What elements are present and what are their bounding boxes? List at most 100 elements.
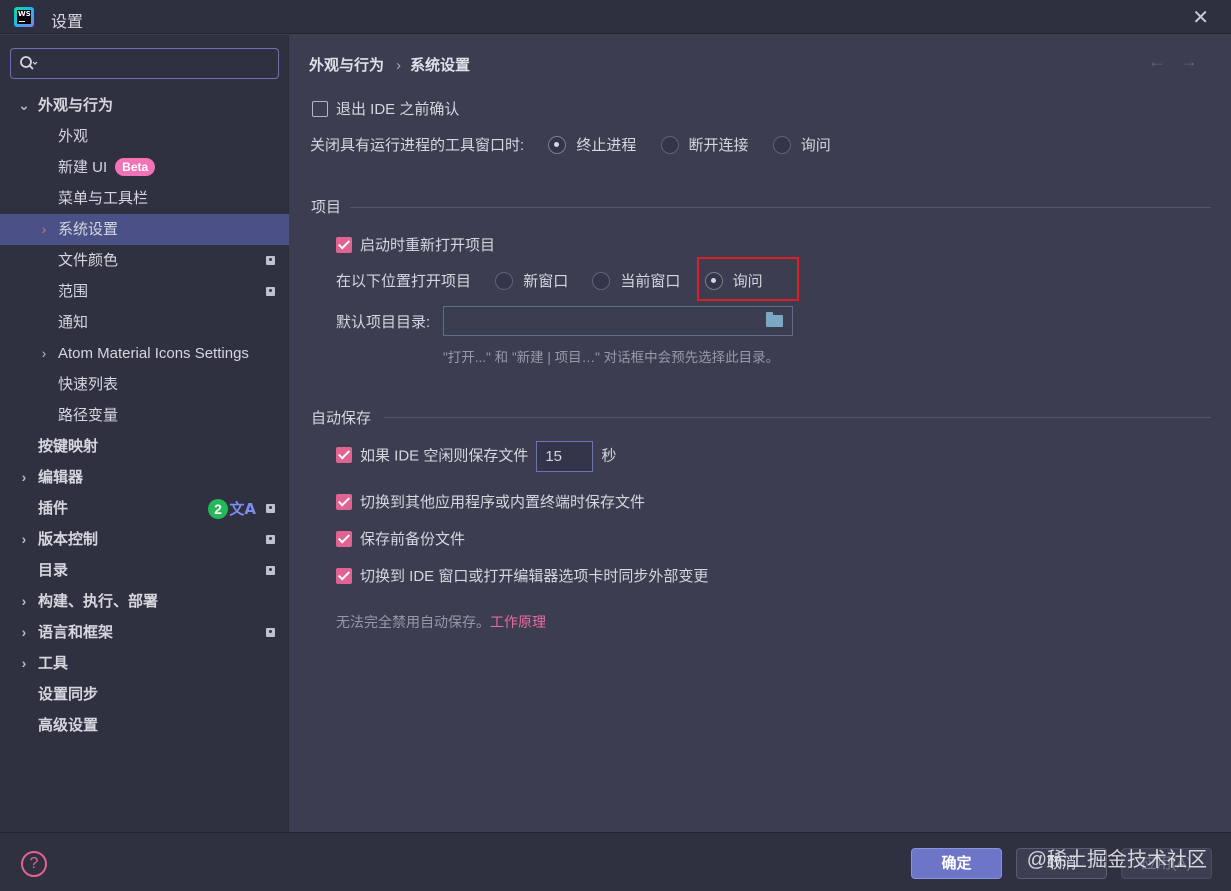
- chevron-right-icon[interactable]: ›: [17, 617, 31, 648]
- sidebar-item-label: 编辑器: [38, 469, 84, 486]
- chevron-right-icon[interactable]: ›: [17, 462, 31, 493]
- sidebar-item-directories[interactable]: 目录: [0, 555, 289, 586]
- sidebar-item-appearance[interactable]: 外观: [0, 121, 289, 152]
- sidebar-item-path-variables[interactable]: 路径变量: [0, 400, 289, 431]
- chevron-right-icon[interactable]: ›: [17, 648, 31, 679]
- seconds-label: 秒: [601, 447, 617, 465]
- sidebar-item-label: 按键映射: [38, 438, 99, 455]
- search-input[interactable]: [43, 53, 273, 75]
- radio-ask[interactable]: 询问: [772, 134, 831, 155]
- idle-seconds-input[interactable]: 15: [536, 441, 594, 472]
- forward-arrow-icon[interactable]: →: [1180, 51, 1198, 72]
- sidebar-item-label: 文件颜色: [58, 252, 119, 269]
- folder-open-icon[interactable]: [766, 312, 783, 327]
- sidebar-item-languages-frameworks[interactable]: › 语言和框架: [0, 617, 289, 648]
- watermark-text: @稀土掘金技术社区: [1026, 849, 1207, 871]
- sync-external-option[interactable]: 切换到 IDE 窗口或打开编辑器选项卡时同步外部变更: [336, 565, 708, 586]
- radio-button[interactable]: [772, 136, 791, 154]
- autosave-switch-app-checkbox[interactable]: [336, 494, 352, 510]
- ok-button[interactable]: 确定: [911, 848, 1002, 879]
- confirm-exit-checkbox[interactable]: [312, 101, 328, 117]
- open-project-location-label: 在以下位置打开项目: [336, 273, 472, 290]
- settings-tree: ⌄ 外观与行为 外观 新建 UI Beta 菜单与工具栏 › 系统设置 文件颜色 …: [0, 90, 289, 741]
- sidebar-item-label: 外观与行为: [38, 97, 114, 114]
- sidebar-item-advanced-settings[interactable]: 高级设置: [0, 710, 289, 741]
- sidebar-item-build-execution-deployment[interactable]: › 构建、执行、部署: [0, 586, 289, 617]
- chevron-down-icon[interactable]: ⌄: [17, 90, 31, 121]
- sidebar-item-new-ui[interactable]: 新建 UI Beta: [0, 152, 289, 183]
- close-icon[interactable]: ✕: [1192, 5, 1209, 30]
- breadcrumb-separator: ›: [396, 57, 402, 74]
- settings-content: 外观与行为 › 系统设置 ← → 退出 IDE 之前确认 关闭具有运行进程的工具窗口…: [290, 35, 1231, 832]
- sidebar-item-menus-toolbars[interactable]: 菜单与工具栏: [0, 183, 289, 214]
- radio-disconnect[interactable]: 断开连接: [660, 134, 749, 155]
- chevron-right-icon[interactable]: ›: [17, 586, 31, 617]
- chevron-right-icon[interactable]: ›: [37, 338, 51, 369]
- default-project-dir-field[interactable]: [443, 306, 793, 336]
- window-title: 设置: [51, 14, 84, 31]
- sidebar-item-atom-material-icons[interactable]: › Atom Material Icons Settings: [0, 338, 289, 369]
- sidebar-item-notifications[interactable]: 通知: [0, 307, 289, 338]
- backup-files-checkbox[interactable]: [336, 531, 352, 547]
- sidebar-item-label: 通知: [58, 314, 89, 331]
- section-divider: [350, 207, 1211, 208]
- sidebar-item-quick-lists[interactable]: 快速列表: [0, 369, 289, 400]
- sidebar-item-appearance-behavior[interactable]: ⌄ 外观与行为: [0, 90, 289, 121]
- breadcrumb-item[interactable]: 外观与行为: [309, 57, 384, 74]
- autosave-idle-option: 如果 IDE 空闲则保存文件 15 秒: [336, 441, 616, 472]
- project-level-icon: [266, 628, 275, 637]
- translate-icon: 文A: [229, 500, 256, 518]
- chevron-right-icon[interactable]: ›: [37, 214, 51, 245]
- backup-files-option[interactable]: 保存前备份文件: [336, 528, 465, 549]
- dialog-footer: ? 确定 取消 应用(A) @稀土掘金技术社区: [0, 832, 1231, 891]
- sidebar-item-label: Atom Material Icons Settings: [58, 345, 249, 362]
- confirm-exit-option[interactable]: 退出 IDE 之前确认: [312, 98, 459, 119]
- sidebar-item-keymap[interactable]: 按键映射: [0, 431, 289, 462]
- sidebar-item-label: 路径变量: [58, 407, 119, 424]
- settings-search-box[interactable]: [10, 48, 279, 79]
- sidebar-item-version-control[interactable]: › 版本控制: [0, 524, 289, 555]
- radio-label: 当前窗口: [620, 273, 681, 290]
- reopen-project-checkbox[interactable]: [336, 237, 352, 253]
- radio-button[interactable]: [495, 272, 514, 290]
- reopen-project-label: 启动时重新打开项目: [360, 237, 496, 254]
- sidebar-item-settings-sync[interactable]: 设置同步: [0, 679, 289, 710]
- radio-new-window[interactable]: 新窗口: [495, 270, 568, 291]
- autosave-switch-app-option[interactable]: 切换到其他应用程序或内置终端时保存文件: [336, 491, 645, 512]
- radio-button[interactable]: [660, 136, 679, 154]
- default-dir-label: 默认项目目录:: [336, 314, 431, 331]
- autosave-idle-checkbox[interactable]: [336, 447, 352, 464]
- sidebar-item-file-colors[interactable]: 文件颜色: [0, 245, 289, 276]
- radio-label: 断开连接: [688, 137, 749, 154]
- sidebar-item-label: 外观: [58, 128, 89, 145]
- how-it-works-link[interactable]: 工作原理: [490, 614, 546, 630]
- sidebar-item-system-settings[interactable]: › 系统设置: [0, 214, 289, 245]
- close-tool-window-label: 关闭具有运行进程的工具窗口时:: [310, 137, 525, 154]
- sidebar-item-plugins[interactable]: 插件 2 文A: [0, 493, 289, 524]
- section-divider: [384, 417, 1211, 418]
- help-icon[interactable]: ?: [21, 851, 47, 877]
- sidebar-item-tools[interactable]: › 工具: [0, 648, 289, 679]
- autosave-note: 无法完全禁用自动保存。工作原理: [336, 612, 546, 632]
- sidebar-item-label: 快速列表: [58, 376, 119, 393]
- reopen-project-option[interactable]: 启动时重新打开项目: [336, 234, 495, 255]
- settings-sidebar: ⌄ 外观与行为 外观 新建 UI Beta 菜单与工具栏 › 系统设置 文件颜色 …: [0, 35, 289, 832]
- sidebar-item-label: 目录: [38, 562, 69, 579]
- confirm-exit-label: 退出 IDE 之前确认: [336, 101, 460, 118]
- radio-button[interactable]: [592, 272, 611, 290]
- plugin-update-count-badge: 2: [208, 499, 228, 519]
- breadcrumb-item: 系统设置: [410, 57, 471, 74]
- sidebar-item-editor[interactable]: › 编辑器: [0, 462, 289, 493]
- sidebar-item-label: 菜单与工具栏: [58, 190, 149, 207]
- sync-external-label: 切换到 IDE 窗口或打开编辑器选项卡时同步外部变更: [360, 568, 709, 585]
- backup-files-label: 保存前备份文件: [360, 531, 466, 548]
- sync-external-checkbox[interactable]: [336, 568, 352, 584]
- back-arrow-icon[interactable]: ←: [1148, 51, 1166, 72]
- radio-button[interactable]: [548, 136, 567, 154]
- autosave-idle-label: 如果 IDE 空闲则保存文件: [360, 447, 529, 465]
- chevron-right-icon[interactable]: ›: [17, 524, 31, 555]
- sidebar-item-scopes[interactable]: 范围: [0, 276, 289, 307]
- radio-terminate-process[interactable]: 终止进程: [548, 134, 636, 155]
- radio-current-window[interactable]: 当前窗口: [592, 270, 680, 291]
- highlight-annotation-box: [697, 257, 799, 301]
